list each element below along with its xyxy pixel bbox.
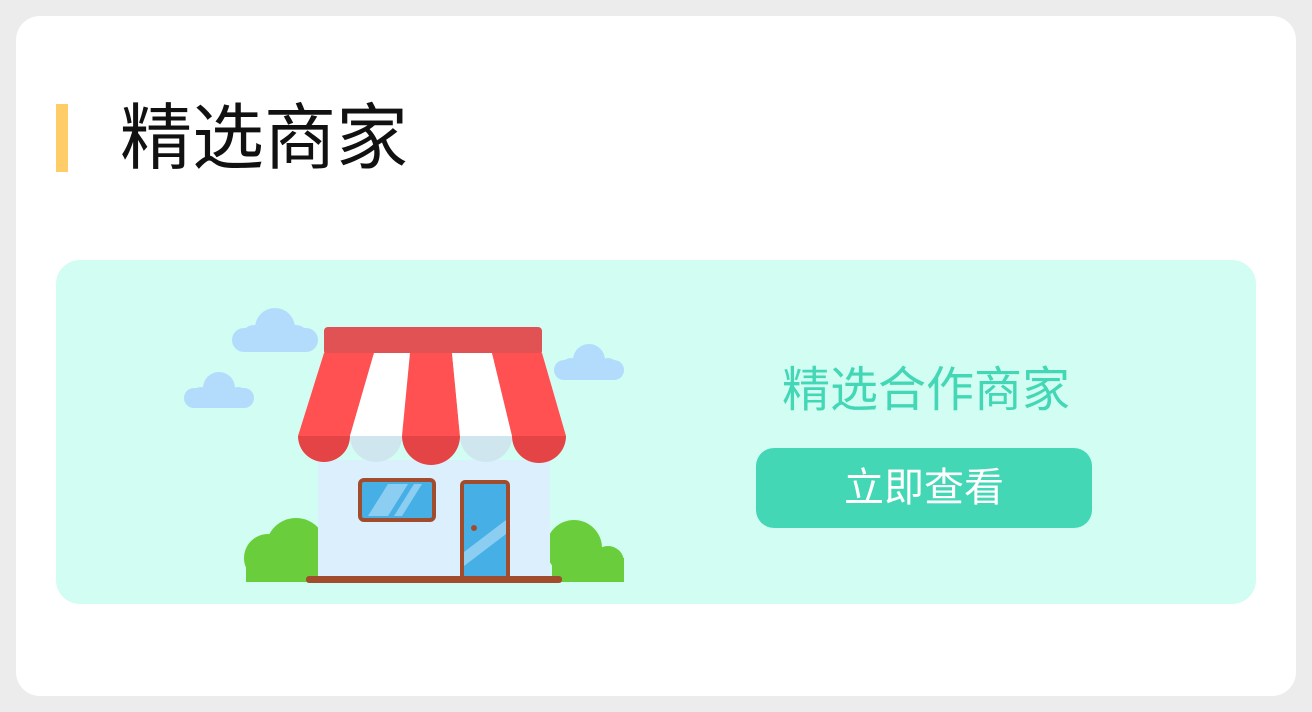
view-now-button[interactable]: 立即查看 xyxy=(756,448,1092,528)
bush-icon xyxy=(244,518,326,582)
merchant-card: 精选商家 精选合作商家 立即查看 xyxy=(16,16,1296,696)
cloud-icon xyxy=(554,344,624,380)
bush-icon xyxy=(546,520,624,582)
cloud-icon xyxy=(232,308,318,352)
promo-text: 精选合作商家 xyxy=(781,362,1070,418)
cloud-icon xyxy=(184,372,254,408)
storefront-icon xyxy=(184,308,624,583)
featured-merchant-banner[interactable]: 精选合作商家 立即查看 xyxy=(56,260,1256,604)
title-accent-bar xyxy=(56,104,68,172)
section-title: 精选商家 xyxy=(120,96,409,180)
